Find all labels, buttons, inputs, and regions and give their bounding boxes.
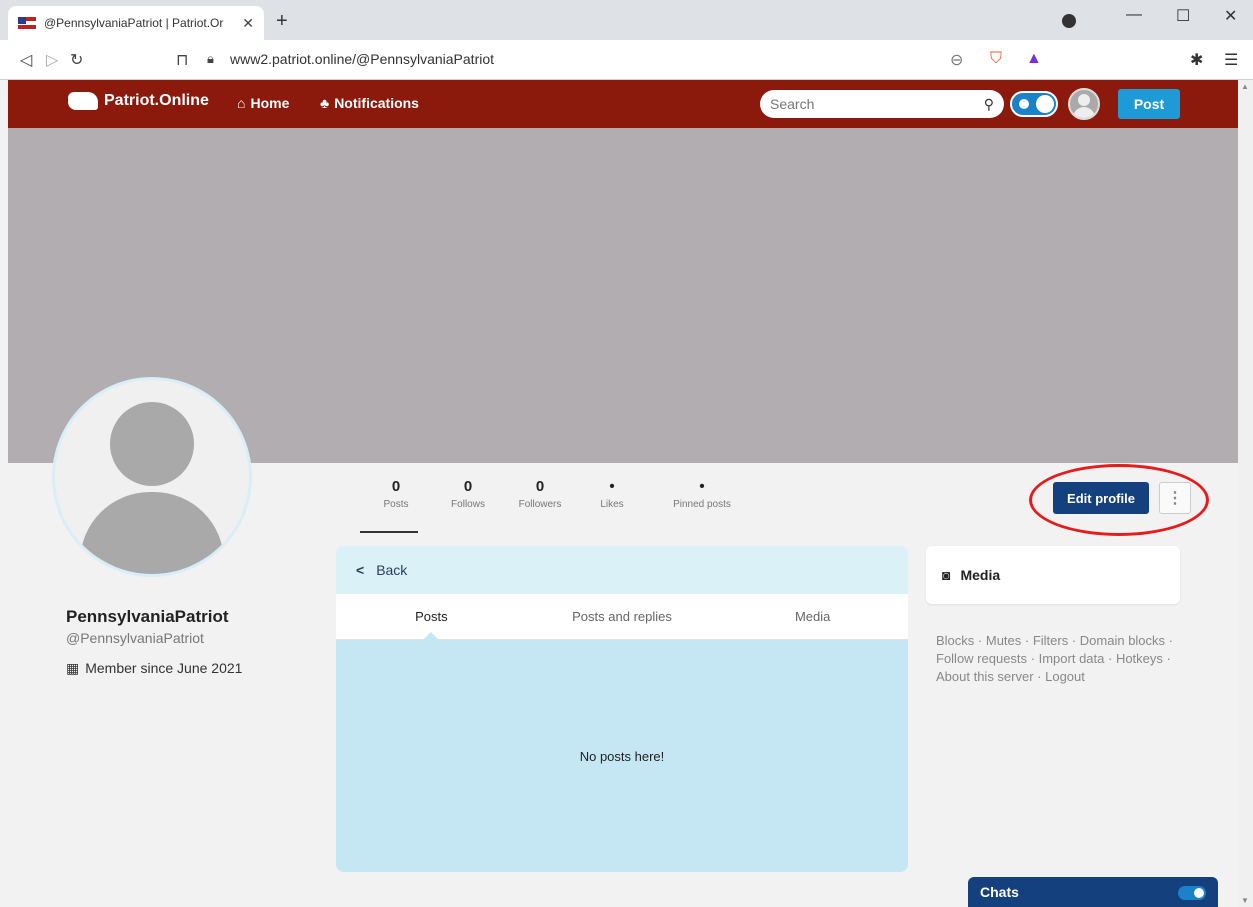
stat-value: • <box>609 478 615 495</box>
stat-label: Follows <box>451 499 485 510</box>
empty-message: No posts here! <box>579 748 665 764</box>
stat-label: Followers <box>518 499 562 510</box>
notifications-label: Notifications <box>334 95 419 111</box>
profile-avatar[interactable] <box>52 377 252 577</box>
tab-posts-and-replies[interactable]: Posts and replies <box>527 594 718 639</box>
link-filters[interactable]: Filters <box>1033 633 1068 648</box>
avatar-head <box>110 402 194 486</box>
back-button[interactable]: < Back <box>336 546 908 594</box>
stat-value: 0 <box>535 478 545 495</box>
notifications-link[interactable]: ♣ Notifications <box>320 95 419 111</box>
rewards-icon[interactable]: ▲ <box>1026 50 1042 68</box>
link-about-server[interactable]: About this server <box>936 669 1034 684</box>
brave-shield-icon[interactable]: ⛉ <box>990 50 1002 68</box>
url-field[interactable]: www2.patriot.online/@PennsylvaniaPatriot <box>230 51 494 67</box>
zoom-icon[interactable]: ⊖ <box>950 50 963 70</box>
calendar-icon: ▦ <box>66 660 80 676</box>
profile-stats: 0 Posts 0 Follows 0 Followers • Likes • … <box>360 478 752 510</box>
usa-map-icon <box>68 92 98 110</box>
profile-display-name: PennsylvaniaPatriot <box>66 607 229 626</box>
home-link[interactable]: ⌂ Home <box>237 95 289 111</box>
link-hotkeys[interactable]: Hotkeys <box>1116 651 1163 666</box>
home-label: Home <box>250 95 290 111</box>
link-domain-blocks[interactable]: Domain blocks <box>1080 633 1165 648</box>
back-nav-icon[interactable]: ◁ <box>20 50 32 70</box>
stat-posts[interactable]: 0 Posts <box>360 478 432 510</box>
site-logo[interactable]: Patriot.Online <box>68 92 209 110</box>
forward-nav-icon[interactable]: ▷ <box>46 50 58 70</box>
link-import-data[interactable]: Import data <box>1039 651 1105 666</box>
stat-label: Posts <box>383 499 409 510</box>
search-icon[interactable]: ⚲ <box>984 96 994 113</box>
search-placeholder: Search <box>770 96 815 112</box>
page-scrollbar[interactable]: ▲ ▼ <box>1238 80 1253 907</box>
annotation-circle <box>1029 464 1209 536</box>
footer-links: Blocks · Mutes · Filters · Domain blocks… <box>936 633 1173 684</box>
stat-followers[interactable]: 0 Followers <box>504 478 576 510</box>
flag-favicon-icon <box>18 17 36 29</box>
stat-value: 0 <box>463 478 473 495</box>
timeline-panel: < Back Posts Posts and replies Media No … <box>336 546 908 872</box>
browser-address-bar: ◁ ▷ ↻ ⊓ 🔒︎ www2.patriot.online/@Pennsylv… <box>0 40 1253 80</box>
media-card-label: Media <box>960 567 1001 583</box>
timeline-tabs: Posts Posts and replies Media <box>336 594 908 640</box>
reload-icon[interactable]: ↻ <box>70 50 83 70</box>
chats-bar[interactable]: Chats <box>968 877 1218 907</box>
tab-posts[interactable]: Posts <box>336 594 527 640</box>
tab-close-icon[interactable]: ✕ <box>242 15 254 32</box>
link-blocks[interactable]: Blocks <box>936 633 974 648</box>
stat-likes[interactable]: • Likes <box>576 478 648 510</box>
stat-value: • <box>699 478 705 495</box>
home-icon: ⌂ <box>237 95 246 111</box>
browser-tab[interactable]: @PennsylvaniaPatriot | Patriot.Or ✕ <box>8 6 264 40</box>
profile-handle: @PennsylvaniaPatriot <box>66 630 204 646</box>
stat-follows[interactable]: 0 Follows <box>432 478 504 510</box>
member-since: ▦ Member since June 2021 <box>66 660 242 677</box>
link-logout[interactable]: Logout <box>1045 669 1085 684</box>
active-stat-underline <box>360 531 418 533</box>
user-avatar[interactable] <box>1068 88 1100 120</box>
scroll-up-icon[interactable]: ▲ <box>1241 82 1249 91</box>
tab-media[interactable]: Media <box>717 594 908 639</box>
browser-tab-bar: @PennsylvaniaPatriot | Patriot.Or ✕ + — … <box>0 0 1253 40</box>
avatar-body <box>80 492 224 574</box>
chat-sound-toggle[interactable] <box>1178 886 1206 900</box>
maximize-button[interactable]: ☐ <box>1176 6 1190 26</box>
back-label: Back <box>376 562 408 578</box>
close-window-button[interactable]: ✕ <box>1224 6 1237 26</box>
bookmark-icon[interactable]: ⊓ <box>176 50 188 70</box>
chevron-left-icon: < <box>356 562 365 578</box>
lock-icon[interactable]: 🔒︎ <box>207 51 214 67</box>
tab-title: @PennsylvaniaPatriot | Patriot.Or <box>44 16 224 30</box>
site-header: Patriot.Online ⌂ Home ♣ Notifications Se… <box>8 80 1238 128</box>
stat-pinned-posts[interactable]: • Pinned posts <box>652 478 752 510</box>
member-since-text: Member since June 2021 <box>85 660 243 676</box>
link-mutes[interactable]: Mutes <box>986 633 1021 648</box>
minimize-button[interactable]: — <box>1126 6 1142 24</box>
new-tab-button[interactable]: + <box>276 10 288 33</box>
brave-menu-icon[interactable] <box>1062 14 1076 28</box>
media-card[interactable]: ◙ Media <box>926 546 1180 604</box>
logo-text: Patriot.Online <box>104 92 209 109</box>
stat-label: Likes <box>600 499 624 510</box>
menu-icon[interactable]: ☰ <box>1224 50 1238 70</box>
link-follow-requests[interactable]: Follow requests <box>936 651 1027 666</box>
stat-label: Pinned posts <box>673 499 731 510</box>
extensions-icon[interactable]: ✱ <box>1190 50 1203 70</box>
stat-value: 0 <box>391 478 401 495</box>
theme-toggle[interactable] <box>1010 91 1058 117</box>
search-input[interactable]: Search ⚲ <box>760 90 1004 118</box>
chats-label: Chats <box>980 884 1019 900</box>
camera-icon: ◙ <box>942 567 951 583</box>
post-button[interactable]: Post <box>1118 89 1180 119</box>
bell-icon: ♣ <box>320 95 330 111</box>
scroll-down-icon[interactable]: ▼ <box>1241 896 1249 905</box>
